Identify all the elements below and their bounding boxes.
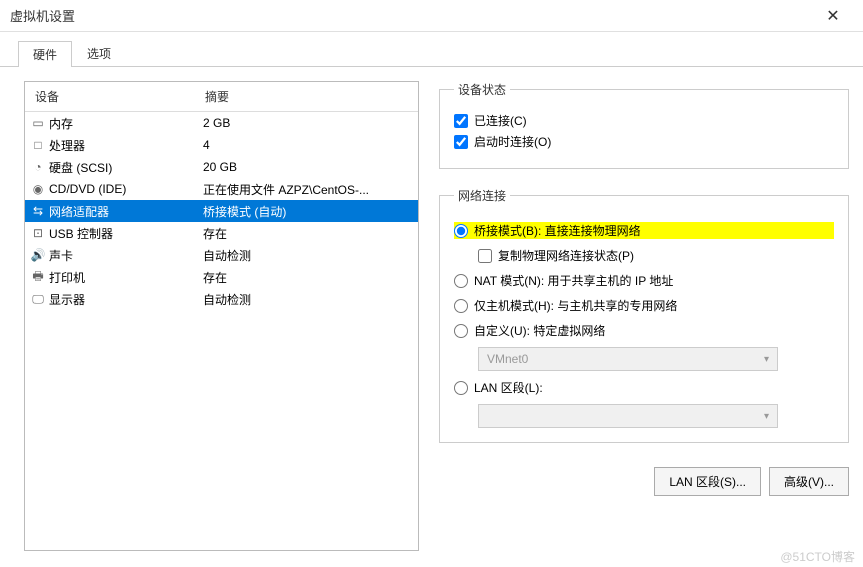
list-item[interactable]: ▭ 内存 2 GB: [25, 112, 418, 134]
list-item[interactable]: ⊡ USB 控制器 存在: [25, 222, 418, 244]
usb-icon: ⊡: [25, 226, 45, 240]
chevron-down-icon: ▾: [764, 354, 769, 365]
network-connection-group: 网络连接 桥接模式(B): 直接连接物理网络 复制物理网络连接状态(P) NAT…: [439, 187, 849, 443]
window-title: 虚拟机设置: [10, 6, 813, 25]
custom-radio[interactable]: [454, 324, 468, 338]
device-status-legend: 设备状态: [454, 81, 510, 98]
cd-icon: ◉: [25, 182, 45, 196]
replicate-checkbox-row[interactable]: 复制物理网络连接状态(P): [478, 247, 834, 264]
network-icon: ⇆: [25, 204, 45, 218]
printer-icon: 🖶: [25, 267, 45, 288]
sound-icon: 🔊: [25, 248, 45, 262]
tab-options[interactable]: 选项: [72, 40, 126, 66]
list-item[interactable]: ⇆ 网络适配器 桥接模式 (自动): [25, 200, 418, 222]
watermark: @51CTO博客: [780, 548, 855, 565]
disk-icon: ◔: [25, 160, 45, 174]
connected-checkbox-row[interactable]: 已连接(C): [454, 112, 834, 129]
connected-checkbox[interactable]: [454, 114, 468, 128]
list-header: 设备 摘要: [25, 82, 418, 112]
lansegment-radio-row[interactable]: LAN 区段(L):: [454, 379, 834, 396]
lansegment-radio[interactable]: [454, 381, 468, 395]
device-status-group: 设备状态 已连接(C) 启动时连接(O): [439, 81, 849, 169]
list-item[interactable]: □ 处理器 4: [25, 134, 418, 156]
content-area: 设备 摘要 ▭ 内存 2 GB □ 处理器 4 ◔ 硬盘 (SCSI) 20 G…: [0, 67, 863, 561]
tab-hardware[interactable]: 硬件: [18, 41, 72, 67]
list-item[interactable]: 🖵 显示器 自动检测: [25, 288, 418, 310]
list-item[interactable]: 🖶 打印机 存在: [25, 266, 418, 288]
header-device: 设备: [25, 82, 195, 111]
tab-bar: 硬件 选项: [0, 32, 863, 67]
cpu-icon: □: [25, 138, 45, 152]
custom-network-select: VMnet0 ▾: [478, 347, 778, 371]
close-icon[interactable]: ✕: [813, 1, 853, 31]
bridged-radio-row[interactable]: 桥接模式(B): 直接连接物理网络: [454, 222, 834, 239]
network-legend: 网络连接: [454, 187, 510, 204]
nat-radio[interactable]: [454, 274, 468, 288]
list-item[interactable]: ◔ 硬盘 (SCSI) 20 GB: [25, 156, 418, 178]
device-list: ▭ 内存 2 GB □ 处理器 4 ◔ 硬盘 (SCSI) 20 GB ◉ CD…: [25, 112, 418, 310]
hostonly-radio-row[interactable]: 仅主机模式(H): 与主机共享的专用网络: [454, 297, 834, 314]
replicate-checkbox[interactable]: [478, 249, 492, 263]
list-item[interactable]: 🔊 声卡 自动检测: [25, 244, 418, 266]
hostonly-radio[interactable]: [454, 299, 468, 313]
advanced-button[interactable]: 高级(V)...: [769, 467, 849, 496]
chevron-down-icon: ▾: [764, 411, 769, 422]
connect-poweron-checkbox[interactable]: [454, 135, 468, 149]
custom-radio-row[interactable]: 自定义(U): 特定虚拟网络: [454, 322, 834, 339]
bridged-radio[interactable]: [454, 224, 468, 238]
device-list-panel: 设备 摘要 ▭ 内存 2 GB □ 处理器 4 ◔ 硬盘 (SCSI) 20 G…: [24, 81, 419, 551]
list-item[interactable]: ◉ CD/DVD (IDE) 正在使用文件 AZPZ\CentOS-...: [25, 178, 418, 200]
lan-segment-select: ▾: [478, 404, 778, 428]
titlebar: 虚拟机设置 ✕: [0, 0, 863, 32]
connect-poweron-checkbox-row[interactable]: 启动时连接(O): [454, 133, 834, 150]
nat-radio-row[interactable]: NAT 模式(N): 用于共享主机的 IP 地址: [454, 272, 834, 289]
header-summary: 摘要: [195, 82, 418, 111]
settings-panel: 设备状态 已连接(C) 启动时连接(O) 网络连接 桥接模式(B): 直接连接物…: [439, 81, 849, 551]
button-row: LAN 区段(S)... 高级(V)...: [439, 467, 849, 496]
display-icon: 🖵: [25, 292, 45, 307]
lan-segments-button[interactable]: LAN 区段(S)...: [654, 467, 761, 496]
memory-icon: ▭: [25, 116, 45, 130]
